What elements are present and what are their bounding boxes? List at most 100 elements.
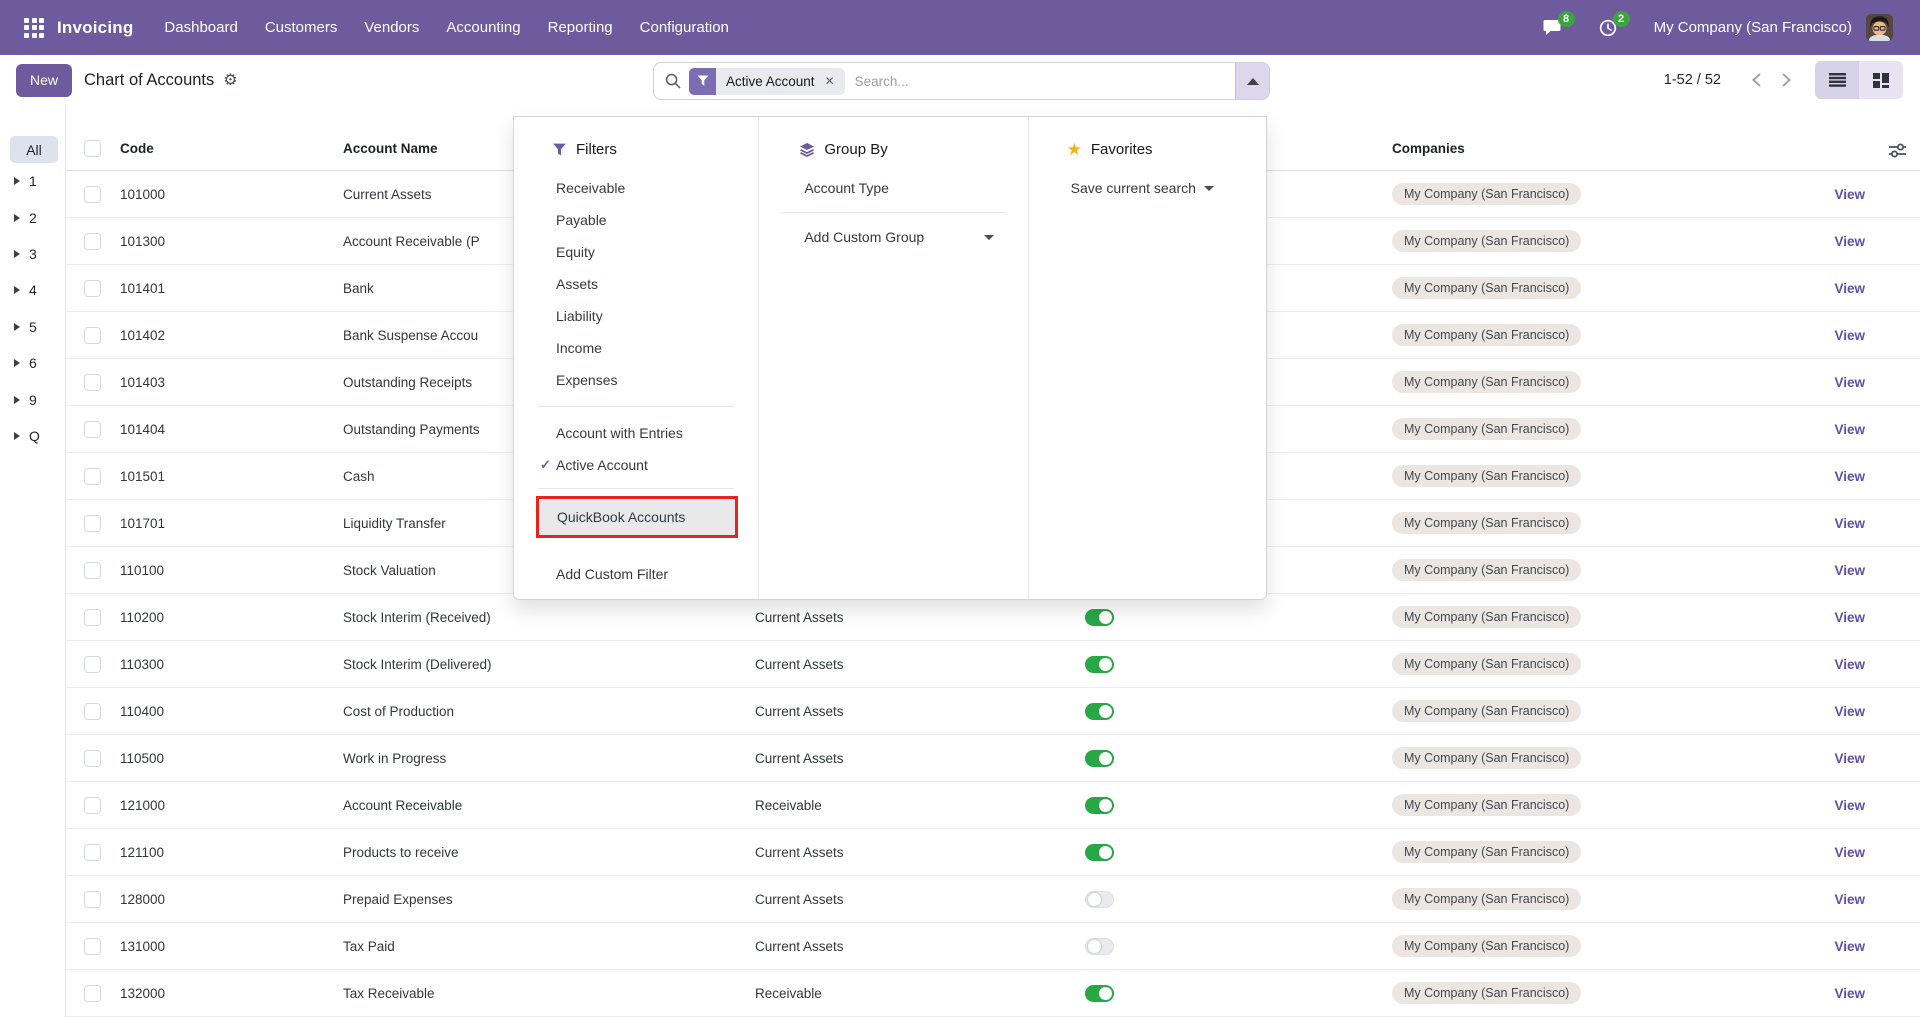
view-button[interactable]: View [1834, 939, 1865, 954]
column-header-code[interactable]: Code [110, 105, 343, 170]
row-checkbox[interactable] [84, 938, 101, 955]
table-row[interactable]: 110200 Stock Interim (Received) Current … [66, 594, 1920, 641]
view-button[interactable]: View [1834, 469, 1865, 484]
active-toggle[interactable] [1085, 797, 1114, 814]
add-custom-filter[interactable]: Add Custom Filter [514, 558, 758, 590]
sidebar-item-9[interactable]: 9 [0, 381, 65, 417]
apps-menu-icon[interactable] [24, 18, 44, 38]
view-button[interactable]: View [1834, 610, 1865, 625]
view-button[interactable]: View [1834, 516, 1865, 531]
add-custom-group[interactable]: Add Custom Group [759, 221, 1027, 253]
select-all-checkbox[interactable] [84, 140, 101, 157]
nav-item-accounting[interactable]: Accounting [446, 19, 520, 36]
active-toggle[interactable] [1085, 656, 1114, 673]
table-row[interactable]: 110400 Cost of Production Current Assets… [66, 688, 1920, 735]
search-input[interactable] [855, 74, 1235, 89]
optional-columns-icon[interactable] [1889, 143, 1906, 163]
user-avatar[interactable] [1866, 14, 1893, 41]
groupby-item-account-type[interactable]: Account Type [759, 172, 1027, 204]
sidebar-item-4[interactable]: 4 [0, 272, 65, 308]
list-view-button[interactable] [1815, 61, 1859, 99]
kanban-view-button[interactable] [1859, 61, 1903, 99]
row-checkbox[interactable] [84, 515, 101, 532]
filter-item-receivable[interactable]: Receivable [514, 172, 758, 204]
sidebar-item-all[interactable]: All [10, 136, 58, 163]
sidebar-item-q[interactable]: Q [0, 418, 65, 454]
table-row[interactable]: 121100 Products to receive Current Asset… [66, 829, 1920, 876]
sidebar-item-3[interactable]: 3 [0, 236, 65, 272]
row-checkbox[interactable] [84, 750, 101, 767]
row-checkbox[interactable] [84, 562, 101, 579]
table-row[interactable]: 121000 Account Receivable Receivable My … [66, 782, 1920, 829]
save-current-search[interactable]: Save current search [1029, 172, 1266, 204]
filter-item-active-account[interactable]: ✓Active Account [514, 449, 758, 481]
view-button[interactable]: View [1834, 187, 1865, 202]
table-row[interactable]: 131000 Tax Paid Current Assets My Compan… [66, 923, 1920, 970]
search-bar[interactable]: Active Account ✕ [653, 62, 1270, 100]
table-row[interactable]: 132000 Tax Receivable Receivable My Comp… [66, 970, 1920, 1017]
view-button[interactable]: View [1834, 892, 1865, 907]
row-checkbox[interactable] [84, 985, 101, 1002]
active-toggle[interactable] [1085, 609, 1114, 626]
row-checkbox[interactable] [84, 656, 101, 673]
pager-next-button[interactable] [1771, 65, 1801, 95]
view-button[interactable]: View [1834, 751, 1865, 766]
filter-item-quickbook-accounts[interactable]: QuickBook Accounts [539, 499, 735, 535]
row-checkbox[interactable] [84, 186, 101, 203]
row-checkbox[interactable] [84, 233, 101, 250]
filter-item-liability[interactable]: Liability [514, 300, 758, 332]
row-checkbox[interactable] [84, 327, 101, 344]
view-button[interactable]: View [1834, 704, 1865, 719]
row-checkbox[interactable] [84, 468, 101, 485]
activities-button[interactable]: 2 [1599, 19, 1617, 37]
row-checkbox[interactable] [84, 891, 101, 908]
filter-item-payable[interactable]: Payable [514, 204, 758, 236]
nav-item-dashboard[interactable]: Dashboard [164, 19, 237, 36]
row-checkbox[interactable] [84, 280, 101, 297]
facet-remove-icon[interactable]: ✕ [819, 68, 845, 95]
row-checkbox[interactable] [84, 703, 101, 720]
row-checkbox[interactable] [84, 374, 101, 391]
nav-item-vendors[interactable]: Vendors [364, 19, 419, 36]
actions-gear-icon[interactable]: ⚙ [223, 70, 237, 90]
sidebar-item-1[interactable]: 1 [0, 163, 65, 199]
view-button[interactable]: View [1834, 234, 1865, 249]
search-dropdown-toggle[interactable] [1235, 63, 1269, 99]
view-button[interactable]: View [1834, 422, 1865, 437]
company-switcher[interactable]: My Company (San Francisco) [1654, 19, 1852, 36]
app-name[interactable]: Invoicing [57, 18, 133, 38]
filter-item-assets[interactable]: Assets [514, 268, 758, 300]
table-row[interactable]: 110500 Work in Progress Current Assets M… [66, 735, 1920, 782]
table-row[interactable]: 128000 Prepaid Expenses Current Assets M… [66, 876, 1920, 923]
view-button[interactable]: View [1834, 798, 1865, 813]
view-button[interactable]: View [1834, 563, 1865, 578]
active-toggle[interactable] [1085, 703, 1114, 720]
sidebar-item-2[interactable]: 2 [0, 199, 65, 235]
sidebar-item-5[interactable]: 5 [0, 309, 65, 345]
view-button[interactable]: View [1834, 281, 1865, 296]
filter-item-account-with-entries[interactable]: Account with Entries [514, 417, 758, 449]
row-checkbox[interactable] [84, 844, 101, 861]
view-button[interactable]: View [1834, 328, 1865, 343]
row-checkbox[interactable] [84, 609, 101, 626]
active-toggle[interactable] [1085, 985, 1114, 1002]
view-button[interactable]: View [1834, 657, 1865, 672]
nav-item-configuration[interactable]: Configuration [640, 19, 729, 36]
view-button[interactable]: View [1834, 845, 1865, 860]
filter-item-equity[interactable]: Equity [514, 236, 758, 268]
nav-item-reporting[interactable]: Reporting [548, 19, 613, 36]
view-button[interactable]: View [1834, 986, 1865, 1001]
row-checkbox[interactable] [84, 421, 101, 438]
active-toggle[interactable] [1085, 844, 1114, 861]
active-toggle[interactable] [1085, 891, 1114, 908]
new-button[interactable]: New [16, 64, 72, 97]
messages-button[interactable]: 8 [1543, 19, 1562, 36]
active-toggle[interactable] [1085, 750, 1114, 767]
sidebar-item-6[interactable]: 6 [0, 345, 65, 381]
filter-item-expenses[interactable]: Expenses [514, 364, 758, 396]
table-row[interactable]: 110300 Stock Interim (Delivered) Current… [66, 641, 1920, 688]
view-button[interactable]: View [1834, 375, 1865, 390]
filter-item-income[interactable]: Income [514, 332, 758, 364]
pager-previous-button[interactable] [1741, 65, 1771, 95]
nav-item-customers[interactable]: Customers [265, 19, 338, 36]
